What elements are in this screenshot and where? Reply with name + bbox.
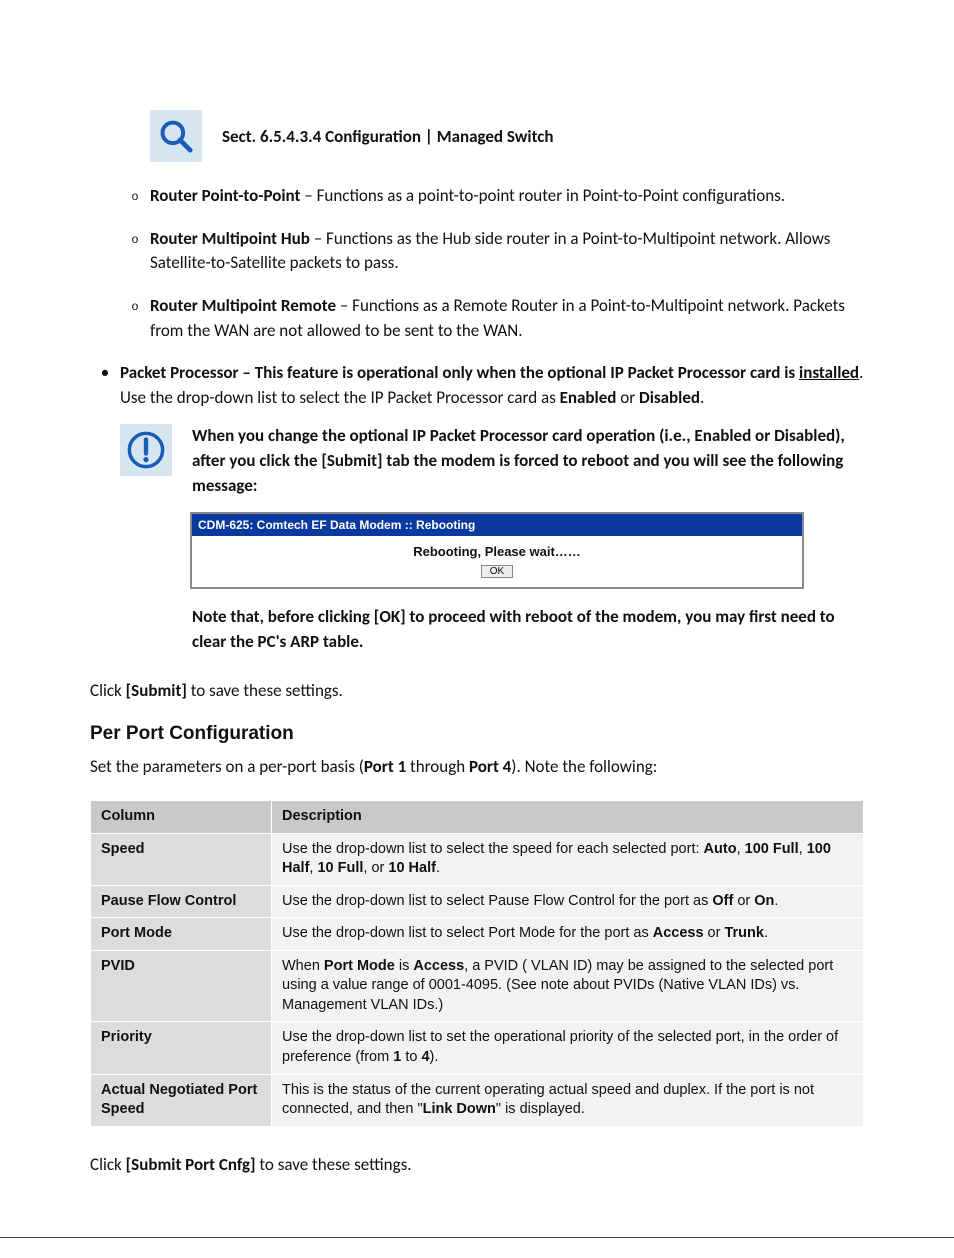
document-page: Sect. 6.5.4.3.4 Configuration | Managed …: [0, 0, 954, 1238]
table-value: This is the status of the current operat…: [272, 1074, 864, 1126]
table-row: Port Mode Use the drop-down list to sele…: [91, 918, 864, 951]
table-row: Actual Negotiated Port Speed This is the…: [91, 1074, 864, 1126]
table-key: Port Mode: [91, 918, 272, 951]
submit-port-button-label: [Submit Port Cnfg]: [126, 1154, 256, 1175]
bullet-icon: o: [120, 227, 150, 276]
table-key: Actual Negotiated Port Speed: [91, 1074, 272, 1126]
table-header-description: Description: [272, 800, 864, 833]
list-item-label: Router Multipoint Remote: [150, 295, 336, 316]
table-row: Priority Use the drop-down list to set t…: [91, 1022, 864, 1074]
processor-dot: .: [700, 387, 704, 408]
reboot-message: Rebooting, Please wait……: [192, 544, 802, 559]
table-row: PVID When Port Mode is Access, a PVID ( …: [91, 950, 864, 1022]
bullet-icon: o: [120, 184, 150, 209]
intro-pre: Set the parameters on a per-port basis (: [90, 756, 364, 777]
list-item: o Router Multipoint Hub – Functions as t…: [120, 227, 864, 276]
processor-enabled: Enabled: [560, 387, 617, 408]
list-item: o Router Multipoint Remote – Functions a…: [120, 294, 864, 343]
submit-pre: Click: [90, 680, 126, 701]
submit-instruction: Click [Submit] to save these settings.: [90, 679, 864, 704]
table-value: Use the drop-down list to select Port Mo…: [272, 918, 864, 951]
submit-port-post: to save these settings.: [256, 1154, 412, 1175]
intro-mid: through: [406, 756, 469, 777]
reboot-dialog-title: CDM-625: Comtech EF Data Modem :: Reboot…: [192, 514, 802, 536]
bullet-icon: •: [90, 361, 120, 410]
processor-lead: Packet Processor – This feature is opera…: [120, 362, 799, 383]
alert-row: When you change the optional IP Packet P…: [120, 424, 864, 498]
table-header-column: Column: [91, 800, 272, 833]
bullet-icon: o: [120, 294, 150, 343]
table-key: PVID: [91, 950, 272, 1022]
intro-post: ). Note the following:: [511, 756, 657, 777]
ok-button[interactable]: OK: [481, 565, 513, 578]
submit-port-instruction: Click [Submit Port Cnfg] to save these s…: [90, 1153, 864, 1178]
per-port-header: Per Port Configuration: [90, 723, 864, 745]
table-row: Speed Use the drop-down list to select t…: [91, 833, 864, 885]
table-key: Pause Flow Control: [91, 885, 272, 918]
alert-icon: [120, 424, 172, 476]
list-item: • Packet Processor – This feature is ope…: [90, 361, 864, 410]
submit-button-label: [Submit]: [126, 680, 187, 701]
table-value: Use the drop-down list to select Pause F…: [272, 885, 864, 918]
table-key: Priority: [91, 1022, 272, 1074]
submit-post: to save these settings.: [187, 680, 343, 701]
list-item-text: – Functions as a point-to-point router i…: [300, 185, 785, 206]
list-item: o Router Point-to-Point – Functions as a…: [120, 184, 864, 209]
processor-disabled: Disabled: [639, 387, 700, 408]
intro-port1: Port 1: [364, 756, 406, 777]
list-item-label: Router Multipoint Hub: [150, 228, 310, 249]
table-value: When Port Mode is Access, a PVID ( VLAN …: [272, 950, 864, 1022]
intro-port4: Port 4: [469, 756, 511, 777]
per-port-table: Column Description Speed Use the drop-do…: [90, 800, 864, 1127]
table-key: Speed: [91, 833, 272, 885]
submit-port-pre: Click: [90, 1154, 126, 1175]
table-row: Pause Flow Control Use the drop-down lis…: [91, 885, 864, 918]
section-header-row: Sect. 6.5.4.3.4 Configuration | Managed …: [150, 110, 864, 162]
section-title: Sect. 6.5.4.3.4 Configuration | Managed …: [222, 126, 554, 147]
per-port-intro: Set the parameters on a per-port basis (…: [90, 755, 864, 780]
table-header-row: Column Description: [91, 800, 864, 833]
table-value: Use the drop-down list to set the operat…: [272, 1022, 864, 1074]
processor-or: or: [616, 387, 639, 408]
alert-text: When you change the optional IP Packet P…: [192, 424, 864, 498]
reboot-dialog: CDM-625: Comtech EF Data Modem :: Reboot…: [190, 512, 804, 589]
table-value: Use the drop-down list to select the spe…: [272, 833, 864, 885]
note-text: Note that, before clicking [OK] to proce…: [192, 605, 844, 654]
list-item-label: Router Point-to-Point: [150, 185, 300, 206]
magnifier-icon: [150, 110, 202, 162]
processor-underlined: installed: [799, 362, 859, 383]
